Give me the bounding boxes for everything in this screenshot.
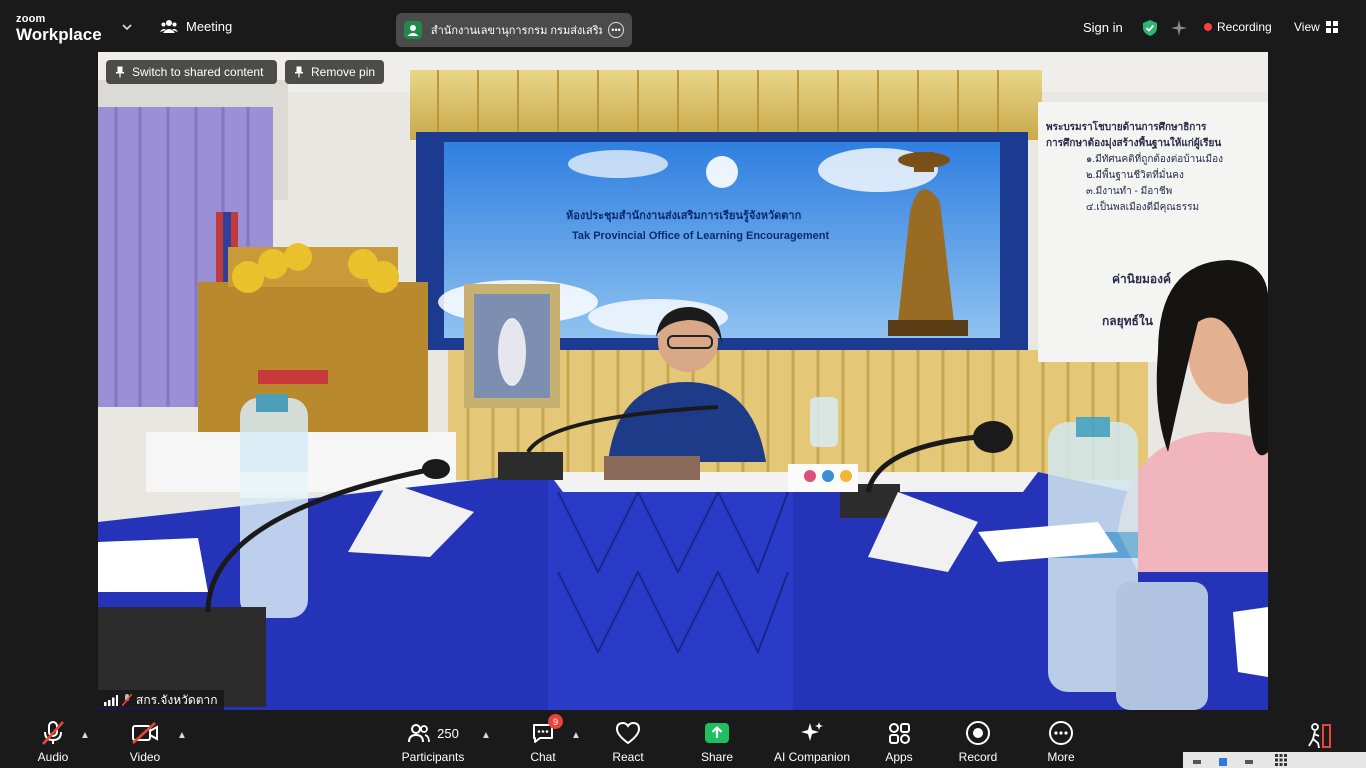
react-button[interactable]: React xyxy=(610,710,646,768)
window-glyph xyxy=(1219,758,1227,766)
chat-button[interactable]: 9 Chat xyxy=(527,710,563,768)
board-line: ๒.มีพื้นฐานชีวิตที่มั่นคง xyxy=(1086,170,1184,181)
banner-english-text: Tak Provincial Office of Learning Encour… xyxy=(572,230,830,242)
bottom-corner-strip xyxy=(1183,752,1366,768)
zoom-workplace-logo: zoom Workplace xyxy=(16,13,102,44)
video-off-icon xyxy=(132,722,158,744)
pin-icon xyxy=(116,66,124,78)
meeting-label: Meeting xyxy=(186,18,233,34)
signal-strength-icon xyxy=(104,694,118,706)
meeting-menu[interactable]: Meeting xyxy=(160,18,232,34)
recording-indicator[interactable]: Recording xyxy=(1204,20,1272,34)
switch-to-shared-content-button[interactable]: Switch to shared content xyxy=(106,60,277,84)
audio-label: Audio xyxy=(37,750,69,764)
window-glyph xyxy=(1193,760,1201,764)
more-dots-icon xyxy=(1049,721,1073,745)
banner-thai-text: ห้องประชุมสำนักงานส่งเสริมการเรียนรู้จัง… xyxy=(566,210,802,222)
record-button[interactable]: Record xyxy=(956,710,1000,768)
participants-label: Participants xyxy=(401,750,465,764)
window-glyph xyxy=(1245,760,1253,764)
ai-companion-label: AI Companion xyxy=(773,750,851,764)
more-options-icon[interactable]: ••• xyxy=(608,22,624,38)
grid-view-icon xyxy=(1325,21,1338,33)
apps-label: Apps xyxy=(885,750,913,764)
board-line: ๑.มีทัศนคติที่ถูกต้องต่อบ้านเมือง xyxy=(1086,154,1223,165)
apps-button[interactable]: Apps xyxy=(883,710,915,768)
participant-name-tag: สกร.จังหวัดตาก xyxy=(98,690,224,710)
board-line: ๔.เป็นพลเมืองดีมีคุณธรรม xyxy=(1086,202,1200,213)
heart-icon xyxy=(615,721,641,745)
view-button[interactable]: View xyxy=(1294,20,1338,34)
react-label: React xyxy=(612,750,644,764)
meeting-title-pill[interactable]: สำนักงานเลขานุการกรม กรมส่งเสริมการ ••• xyxy=(396,13,632,47)
participants-options-caret-icon[interactable]: ▲ xyxy=(481,730,491,741)
remove-pin-label: Remove pin xyxy=(311,65,376,79)
sign-in-link[interactable]: Sign in xyxy=(1083,20,1123,35)
participants-icon xyxy=(160,20,178,33)
ai-sparkle-icon xyxy=(801,722,823,741)
participant-name: สกร.จังหวัดตาก xyxy=(136,692,218,707)
board-strategy-heading: กลยุทธ์ใน xyxy=(1102,314,1153,328)
board-line: การศึกษาต้องมุ่งสร้างพื้นฐานให้แก่ผู้เรี… xyxy=(1046,138,1222,149)
remove-pin-button[interactable]: Remove pin xyxy=(285,60,384,84)
board-policy-text: พระบรมราโชบายด้านการศึกษาธิการ การศึกษาต… xyxy=(1046,120,1264,216)
ai-sparkle-icon[interactable] xyxy=(1170,19,1188,37)
chevron-down-icon[interactable] xyxy=(120,20,134,34)
grid-icon xyxy=(1275,754,1287,766)
chat-options-caret-icon[interactable]: ▲ xyxy=(571,730,581,741)
more-button[interactable]: More xyxy=(1043,710,1079,768)
ai-companion-button[interactable]: AI Companion xyxy=(772,710,852,768)
board-line: พระบรมราโชบายด้านการศึกษาธิการ xyxy=(1046,122,1207,133)
participants-icon xyxy=(408,724,431,743)
apps-icon xyxy=(889,723,910,744)
more-label: More xyxy=(1047,750,1075,764)
chat-unread-badge: 9 xyxy=(548,714,563,729)
user-avatar-icon xyxy=(404,21,422,39)
board-line: ๓.มีงานทำ - มีอาชีพ xyxy=(1086,186,1173,197)
share-label: Share xyxy=(700,750,734,764)
participant-video[interactable]: ห้องประชุมสำนักงานส่งเสริมการเรียนรู้จัง… xyxy=(98,52,1268,710)
meeting-toolbar: Audio ▲ Video ▲ 250 Participants ▲ 9 Cha… xyxy=(0,710,1366,768)
audio-options-caret-icon[interactable]: ▲ xyxy=(80,730,90,741)
switch-label: Switch to shared content xyxy=(132,65,264,79)
muted-mic-icon xyxy=(42,721,64,745)
recording-label: Recording xyxy=(1217,20,1272,34)
record-icon xyxy=(966,721,990,745)
participants-count: 250 xyxy=(437,725,459,741)
participants-button[interactable]: 250 Participants xyxy=(398,710,468,768)
video-label: Video xyxy=(129,750,161,764)
meeting-title: สำนักงานเลขานุการกรม กรมส่งเสริมการ xyxy=(430,25,602,37)
share-screen-icon xyxy=(705,723,729,743)
pin-icon xyxy=(295,66,303,78)
muted-mic-icon xyxy=(122,694,132,706)
chat-label: Chat xyxy=(530,750,556,764)
video-button[interactable]: Video xyxy=(124,710,166,768)
audio-button[interactable]: Audio xyxy=(32,710,74,768)
logo-small-text: zoom xyxy=(16,13,46,25)
leave-meeting-icon[interactable] xyxy=(1304,722,1332,750)
logo-large-text: Workplace xyxy=(16,25,102,44)
view-label: View xyxy=(1294,20,1320,34)
shield-check-icon[interactable] xyxy=(1141,19,1159,37)
top-bar: zoom Workplace Meeting สำนักงานเลขานุการ… xyxy=(0,0,1366,52)
board-values-heading: ค่านิยมองค์ xyxy=(1112,272,1172,286)
video-options-caret-icon[interactable]: ▲ xyxy=(177,730,187,741)
record-label: Record xyxy=(958,750,998,764)
recording-dot-icon xyxy=(1204,23,1212,31)
share-button[interactable]: Share xyxy=(699,710,735,768)
